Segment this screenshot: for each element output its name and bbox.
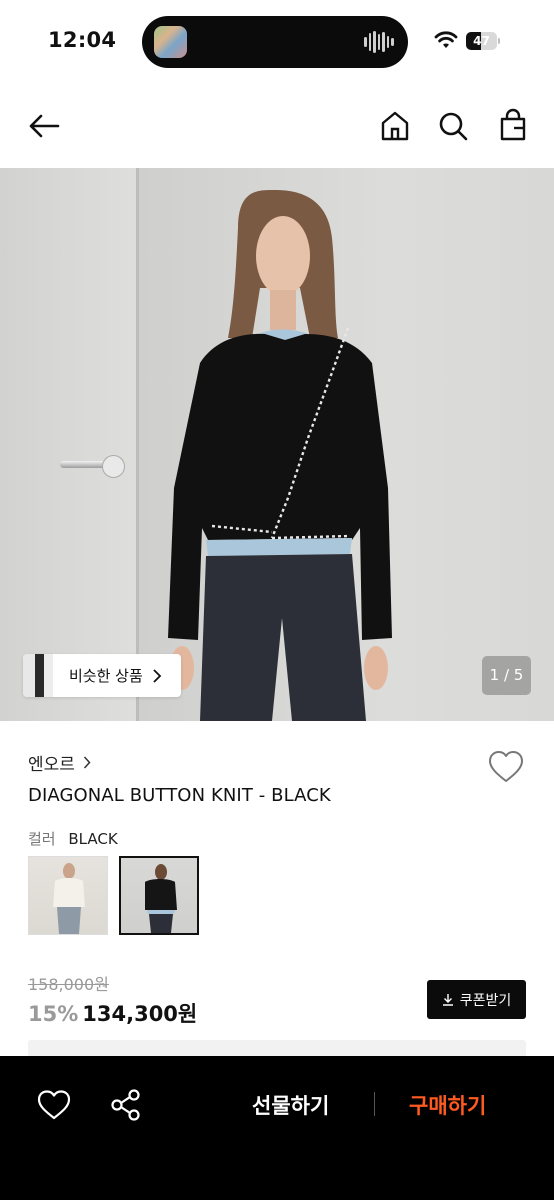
share-icon[interactable] <box>110 1088 142 1122</box>
chevron-right-icon <box>153 668 162 683</box>
gift-button[interactable]: 선물하기 <box>252 1090 329 1120</box>
door-background <box>0 168 139 721</box>
color-option-row: 컬러 BLACK <box>28 828 118 849</box>
image-counter: 1 / 5 <box>482 656 531 695</box>
color-swatch-ivory[interactable] <box>28 856 108 935</box>
color-value: BLACK <box>68 830 118 848</box>
swatch-ivory-image <box>53 863 85 934</box>
divider <box>374 1092 375 1116</box>
battery-icon: 47 <box>466 32 500 50</box>
discount-rate: 15% <box>28 1002 79 1026</box>
product-image-carousel[interactable]: 비슷한 상품 1 / 5 <box>0 168 554 721</box>
status-time: 12:04 <box>48 28 117 52</box>
chevron-right-icon <box>83 756 91 769</box>
status-bar: 12:04 47 <box>0 0 554 84</box>
buy-button[interactable]: 구매하기 <box>409 1090 486 1120</box>
coupon-download-button[interactable]: 쿠폰받기 <box>427 980 526 1019</box>
shopping-bag-icon[interactable] <box>495 108 531 144</box>
coupon-label: 쿠폰받기 <box>459 992 512 1009</box>
download-icon <box>442 994 453 1006</box>
brand-name: 엔오르 <box>28 755 75 775</box>
wishlist-heart-icon[interactable] <box>487 750 525 784</box>
original-price: 158,000원 <box>28 975 109 994</box>
price-row: 15% 134,300원 <box>28 998 197 1028</box>
dynamic-island <box>142 16 408 68</box>
swatch-black-image <box>145 864 177 933</box>
wishlist-heart-icon[interactable] <box>36 1089 72 1121</box>
product-title: DIAGONAL BUTTON KNIT - BLACK <box>28 785 331 806</box>
model-photo <box>168 189 392 721</box>
similar-products-label: 비슷한 상품 <box>69 667 143 685</box>
home-icon[interactable] <box>377 108 413 144</box>
back-arrow-icon[interactable] <box>26 108 62 144</box>
similar-products-thumbnail <box>23 654 53 697</box>
sale-price: 134,300원 <box>82 1002 198 1026</box>
brand-link[interactable]: 엔오르 <box>28 750 91 775</box>
color-label: 컬러 <box>28 830 56 848</box>
battery-level: 47 <box>473 34 490 48</box>
search-icon[interactable] <box>435 108 471 144</box>
bottom-action-bar: 선물하기 구매하기 <box>0 1056 554 1200</box>
now-playing-thumbnail <box>154 26 187 58</box>
audio-wave-icon <box>364 30 395 54</box>
color-swatch-black[interactable] <box>119 856 199 935</box>
app-header <box>0 84 554 168</box>
similar-products-button[interactable]: 비슷한 상품 <box>23 654 181 697</box>
wifi-icon <box>434 31 458 48</box>
